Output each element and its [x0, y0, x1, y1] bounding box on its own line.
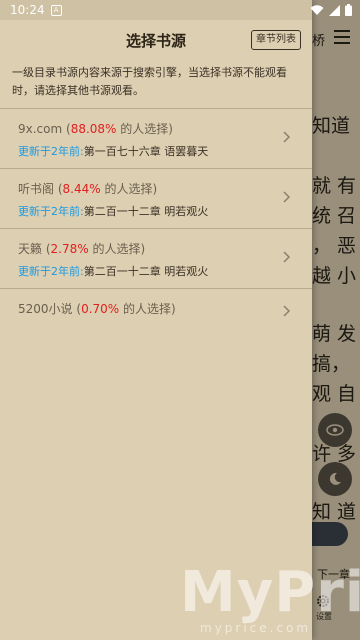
source-suffix: 的人选择) [116, 122, 173, 136]
source-suffix: 的人选择) [88, 242, 146, 256]
source-update: 更新于2年前:第二百一十二章 明若观火 [18, 264, 294, 280]
update-label: 更新于2年前: [18, 205, 84, 218]
source-update: 更新于2年前:第二百一十二章 明若观火 [18, 204, 294, 220]
wifi-icon [310, 4, 324, 15]
notification-icon: A [50, 4, 62, 16]
watermark-url: myprice.com [200, 621, 312, 635]
source-percent: 8.44% [62, 182, 101, 196]
source-percent: 0.70% [81, 302, 120, 316]
source-name: 天籁 [18, 242, 43, 256]
source-percent: 2.78% [50, 242, 89, 256]
status-bar: 10:24 A [0, 0, 360, 20]
source-item[interactable]: 天籁 (2.78% 的人选择) 更新于2年前:第二百一十二章 明若观火 [0, 229, 312, 288]
source-item[interactable]: 5200小说 (0.70% 的人选择) [0, 289, 312, 348]
source-name: 5200小说 [18, 302, 73, 316]
source-title: 5200小说 (0.70% 的人选择) [18, 301, 294, 317]
source-suffix: 的人选择) [100, 182, 158, 196]
drawer-header: 选择书源 章节列表 [0, 20, 312, 56]
latest-chapter: 第一百七十六章 语罢暮天 [83, 145, 209, 158]
drawer-description: 一级目录书源内容来源于搜索引擎，当选择书源不能观看时，请选择其他书源观看。 [12, 66, 287, 97]
chapter-list-button[interactable]: 章节列表 [251, 30, 301, 50]
source-name: 听书阁 [18, 182, 55, 196]
watermark-logo: MyPri [180, 560, 360, 625]
source-update: 更新于2年前:第一百七十六章 语罢暮天 [18, 144, 294, 160]
source-percent: 88.08% [70, 122, 117, 136]
source-name: 9x.com [18, 122, 63, 136]
status-right [310, 4, 352, 16]
source-title: 听书阁 (8.44% 的人选择) [18, 181, 294, 197]
latest-chapter: 第二百一十二章 明若观火 [83, 205, 209, 218]
status-left: 10:24 A [10, 3, 62, 17]
source-title: 9x.com (88.08% 的人选择) [18, 121, 294, 137]
signal-icon [329, 4, 340, 16]
update-label: 更新于2年前: [18, 265, 84, 278]
chevron-right-icon [283, 131, 290, 143]
chevron-right-icon [283, 251, 290, 263]
chevron-right-icon [283, 305, 290, 317]
chevron-right-icon [283, 191, 290, 203]
source-suffix: 的人选择) [119, 302, 176, 316]
battery-icon [345, 4, 352, 16]
source-title: 天籁 (2.78% 的人选择) [18, 241, 294, 257]
source-item[interactable]: 听书阁 (8.44% 的人选择) 更新于2年前:第二百一十二章 明若观火 [0, 169, 312, 228]
latest-chapter: 第二百一十二章 明若观火 [83, 265, 209, 278]
status-time: 10:24 [10, 3, 45, 17]
source-select-drawer: 选择书源 章节列表 一级目录书源内容来源于搜索引擎，当选择书源不能观看时，请选择… [0, 0, 312, 640]
source-item[interactable]: 9x.com (88.08% 的人选择) 更新于2年前:第一百七十六章 语罢暮天 [0, 109, 312, 168]
update-label: 更新于2年前: [18, 145, 84, 158]
